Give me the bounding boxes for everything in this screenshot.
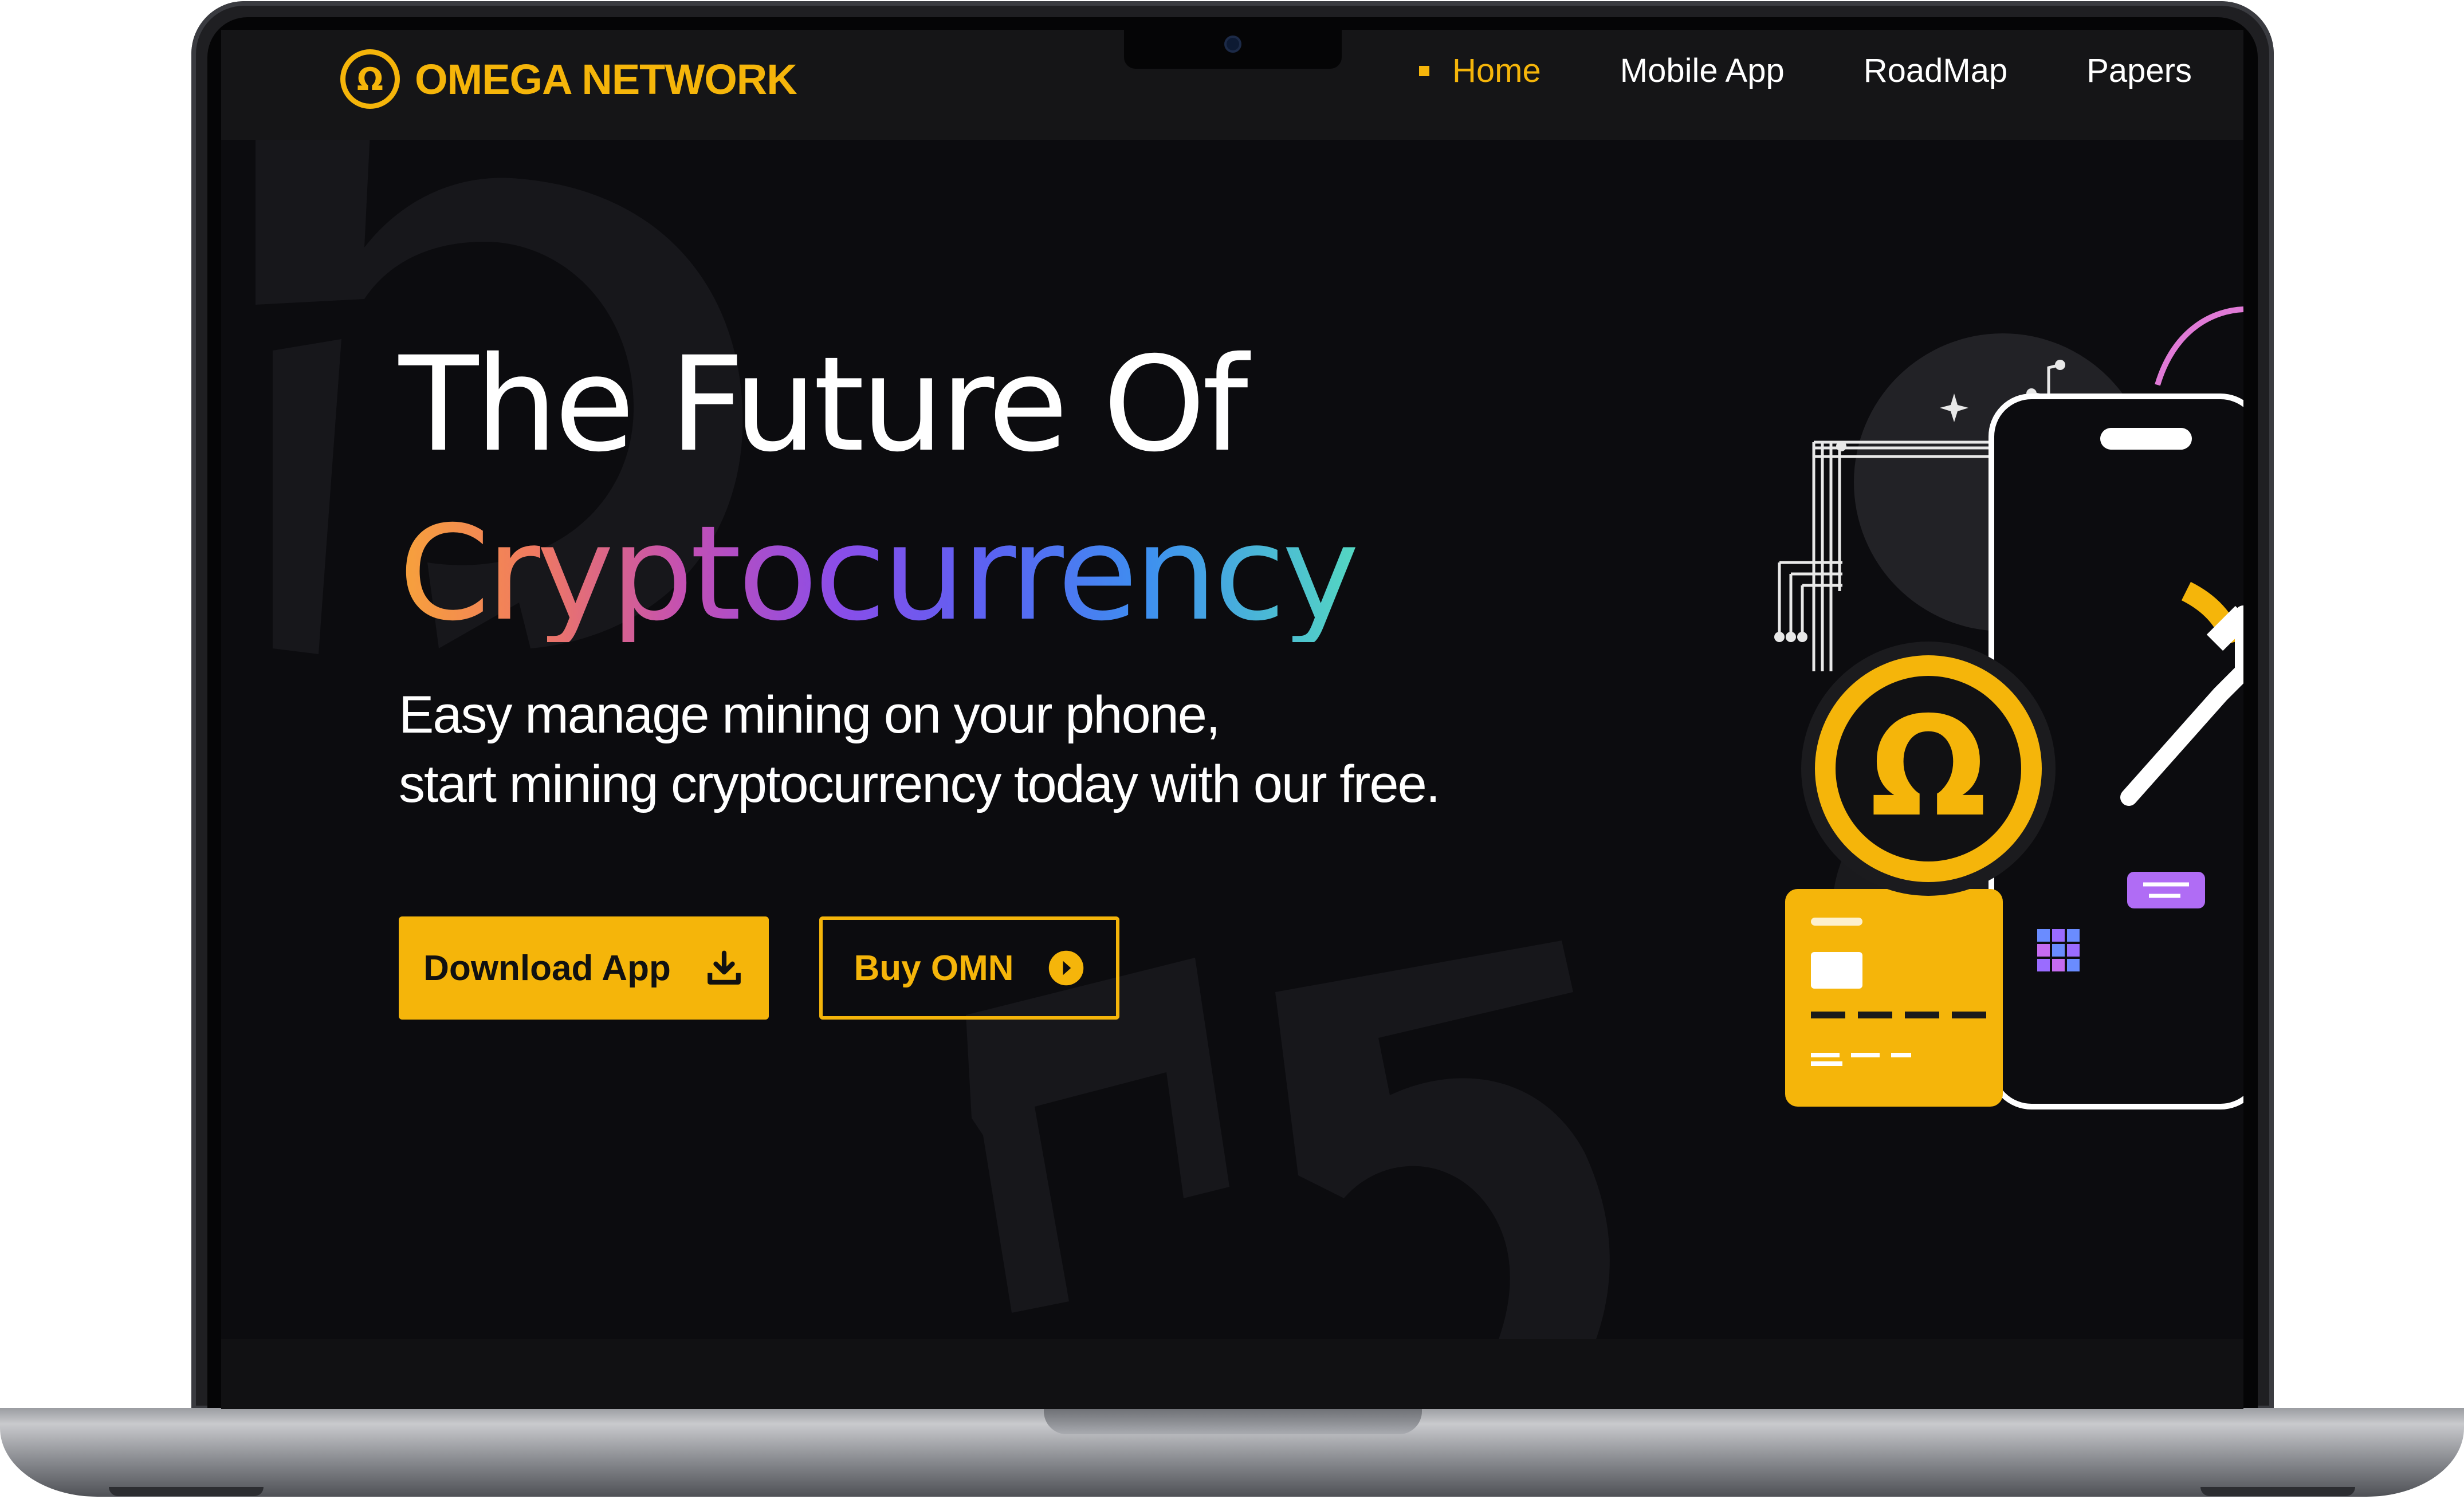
laptop-opening-lip	[1044, 1408, 1422, 1434]
omega-coin-icon: Ω	[1870, 687, 1987, 847]
hero-illustration: Ω	[1774, 306, 2243, 1109]
hero-subtitle: Easy manage mining on your phone, start …	[399, 680, 1440, 819]
hero-subtitle-line1: Easy manage mining on your phone,	[399, 686, 1221, 744]
main-nav: Home Mobile App RoadMap Papers	[1340, 52, 2192, 90]
nav-papers[interactable]: Papers	[2086, 52, 2192, 90]
hero-title-gradient: Cryptocurrency	[399, 497, 1359, 650]
hero-subtitle-line2: start mining cryptocurrency today with o…	[399, 755, 1440, 813]
laptop-foot-right	[2200, 1487, 2355, 1496]
brand-logo[interactable]: Ω OMEGA NETWORK	[340, 49, 797, 109]
download-icon	[704, 948, 744, 988]
nav-mobile-app[interactable]: Mobile App	[1620, 52, 1785, 90]
buy-omn-button[interactable]: Buy OMN	[819, 916, 1119, 1020]
nav-home-label: Home	[1452, 52, 1541, 89]
download-app-button[interactable]: Download App	[399, 916, 769, 1020]
omega-logo-icon: Ω	[340, 49, 400, 109]
laptop-foot-left	[109, 1487, 264, 1496]
download-app-label: Download App	[423, 948, 671, 988]
buy-omn-label: Buy OMN	[854, 948, 1014, 988]
brand-name: OMEGA NETWORK	[415, 55, 797, 103]
nav-roadmap[interactable]: RoadMap	[1864, 52, 2007, 90]
arrow-circle-icon	[1047, 949, 1085, 987]
nav-home[interactable]: Home	[1419, 52, 1541, 90]
hero-title: The Future Of	[399, 328, 1248, 481]
screen: Ω OMEGA NETWORK Home Mobile App RoadMap …	[221, 30, 2243, 1339]
camera-icon	[1224, 36, 1241, 53]
screen-bottom-bar	[221, 1339, 2243, 1409]
active-indicator-icon	[1419, 65, 1430, 76]
